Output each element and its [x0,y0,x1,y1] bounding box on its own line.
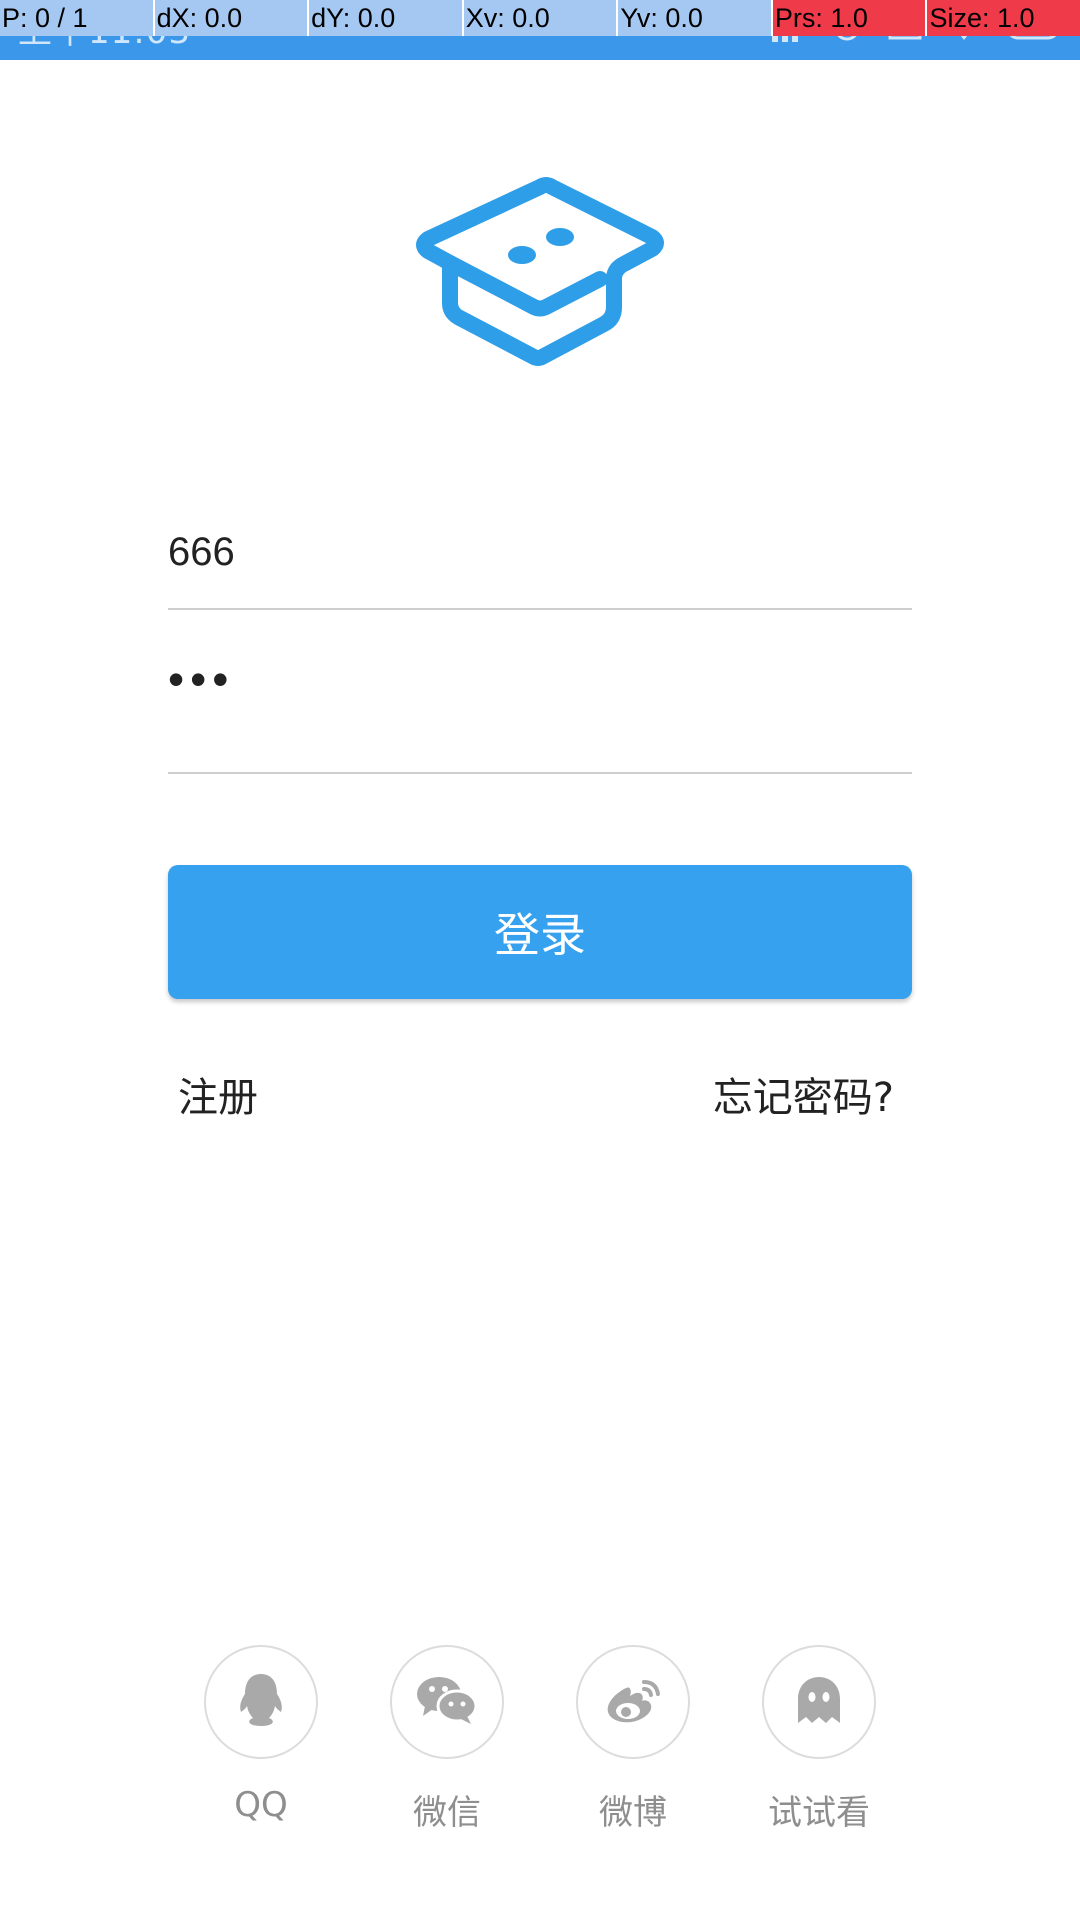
debug-xv: Xv: 0.0 [463,0,619,36]
weibo-login-button[interactable]: 微博 [574,1645,692,1834]
try-it-label: 试试看 [768,1793,870,1833]
wechat-login-button[interactable]: 微信 [388,1645,506,1834]
wechat-login-circle[interactable] [390,1645,504,1759]
try-it-circle[interactable] [762,1645,876,1759]
username-field[interactable]: 666 [168,510,912,610]
wechat-label: 微信 [413,1793,481,1833]
try-it-button[interactable]: 试试看 [760,1645,878,1834]
username-value: 666 [168,530,235,574]
password-field[interactable]: ••• [168,650,912,774]
qq-login-circle[interactable] [204,1645,318,1759]
debug-pointer: P: 0 / 1 [0,0,155,36]
qq-label: QQ [234,1785,288,1825]
forgot-password-link[interactable]: 忘记密码? [713,1065,894,1123]
register-link[interactable]: 注册 [178,1065,258,1123]
qq-login-button[interactable]: QQ [202,1645,320,1825]
wechat-icon [415,1674,479,1730]
debug-dx: dX: 0.0 [154,0,310,36]
debug-yv: Yv: 0.0 [618,0,773,36]
login-button[interactable]: 登录 [168,865,912,999]
weibo-icon [602,1674,664,1730]
debug-dy: dY: 0.0 [309,0,464,36]
debug-size: Size: 1.0 [927,0,1080,36]
debug-pressure: Prs: 1.0 [772,0,928,36]
qq-icon [235,1670,287,1734]
password-value: ••• [168,653,235,705]
weibo-login-circle[interactable] [576,1645,690,1759]
weibo-label: 微博 [599,1793,667,1833]
app-logo-icon [410,175,670,390]
ghost-icon [794,1673,844,1731]
pointer-location-overlay: P: 0 / 1 dX: 0.0 dY: 0.0 Xv: 0.0 Yv: 0.0… [0,0,1080,36]
